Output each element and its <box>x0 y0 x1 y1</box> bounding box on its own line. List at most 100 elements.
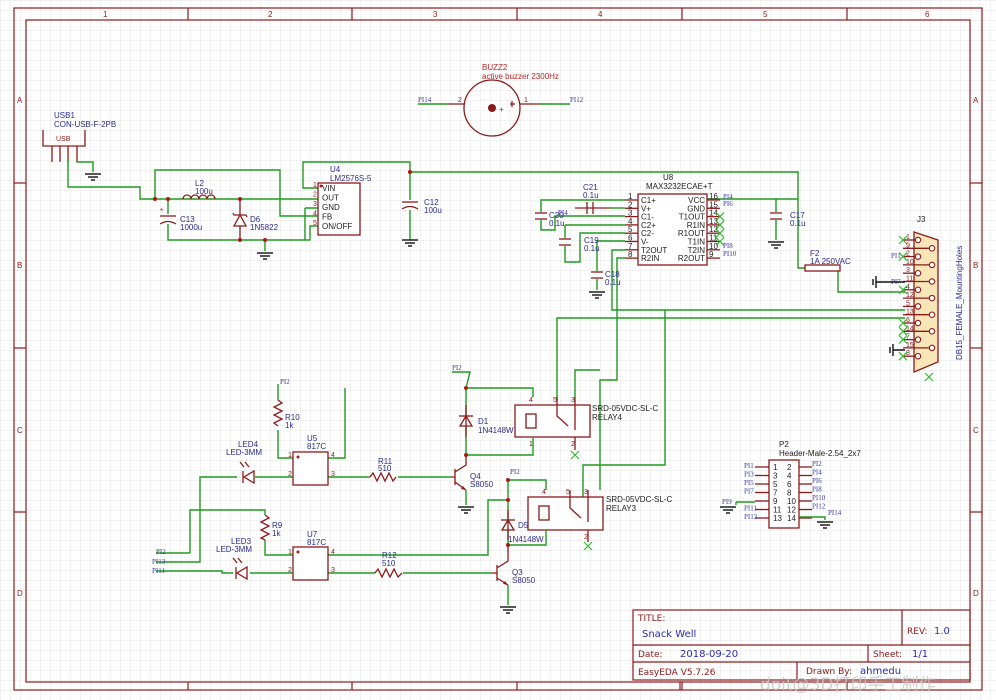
net-label: PI14 <box>418 96 432 104</box>
svg-text:+: + <box>499 105 504 114</box>
u5-value: 817C <box>307 442 326 451</box>
pin-name: FB <box>322 213 332 222</box>
tool-version: EasyEDA V5.7.26 <box>638 668 716 678</box>
pin-number: 4 <box>331 549 335 556</box>
pin-socket <box>914 352 922 360</box>
pin-number: 14 <box>787 514 796 523</box>
pin-name: R2OUT <box>678 254 705 263</box>
pin-socket <box>914 303 922 310</box>
grid-background <box>0 0 996 700</box>
pin-socket <box>928 311 936 318</box>
pin-number: 11 <box>906 276 913 283</box>
pin-socket <box>914 319 922 327</box>
schematic-canvas[interactable]: 1 2 3 4 5 6 A B C D A B C D + BUZZ2 acti… <box>0 0 996 700</box>
buz2-value: active buzzer 2300Hz <box>482 72 559 81</box>
u8-ref: U8 <box>663 173 674 182</box>
j3-ref: J3 <box>917 215 926 224</box>
pin-number: 1 <box>524 97 528 104</box>
net-label: PI2 <box>156 548 166 556</box>
pin-number: 2 <box>571 441 575 448</box>
q3-value: S8050 <box>512 576 536 585</box>
zone-col-5: 5 <box>763 10 768 19</box>
r9-value: 1k <box>272 529 281 538</box>
net-label: PI5 <box>744 479 754 487</box>
pin-number: 9 <box>709 250 714 259</box>
zone-col-3: 3 <box>433 10 438 19</box>
pin-number: 3 <box>331 471 335 478</box>
net-label: PI3 <box>744 471 754 479</box>
pin-number: 2 <box>313 192 317 199</box>
relay3-value: SRD-05VDC-SL-C <box>606 495 672 504</box>
net-label: PI13 <box>152 558 166 566</box>
u4-ref: U4 <box>330 165 341 174</box>
r12-value: 510 <box>382 559 396 568</box>
pin-number: 8 <box>628 250 633 259</box>
net-label: PI2 <box>812 460 822 468</box>
l2-value: 100u <box>195 187 213 196</box>
zone-row-b-right: B <box>973 261 978 270</box>
pin-name: VIN <box>322 184 336 193</box>
pin-number: 1 <box>906 234 910 241</box>
net-label: PI2 <box>510 468 520 476</box>
zone-row-c-right: C <box>973 426 979 435</box>
d6-value: 1N5822 <box>250 223 279 232</box>
led3-value: LED-3MM <box>216 545 252 554</box>
pin-number: 9 <box>906 242 910 249</box>
pin-name: OUT <box>322 194 339 203</box>
pin-number: 2 <box>458 97 462 104</box>
pin-number: 15 <box>906 342 914 349</box>
pin-name: ON/OFF <box>322 222 352 231</box>
pin-number: 4 <box>542 489 546 496</box>
sheet-label: Sheet: <box>873 650 902 660</box>
zone-row-d: D <box>17 589 23 598</box>
pin-number: 3 <box>571 397 575 404</box>
net-label: PI11 <box>152 567 165 575</box>
sheet-value: 1/1 <box>912 649 928 660</box>
pin-socket <box>928 328 936 335</box>
pin-number: 2 <box>906 251 910 258</box>
title-value: Snack Well <box>642 629 696 640</box>
pin-socket <box>914 286 922 294</box>
q4-value: S8050 <box>470 480 494 489</box>
net-label: PI2 <box>280 378 290 386</box>
pin-socket <box>914 336 922 343</box>
relay4-value: SRD-05VDC-SL-C <box>592 404 658 413</box>
date-value: 2018-09-20 <box>680 649 738 660</box>
net-label: PI7 <box>744 488 754 496</box>
watermark: doit@3D打印手工制作 <box>760 675 936 695</box>
pin-number: 6 <box>906 317 910 324</box>
net-label: PI10 <box>812 494 826 502</box>
pin-socket <box>914 253 922 260</box>
pin-number: 5 <box>553 397 557 404</box>
led4-value: LED-3MM <box>226 448 262 457</box>
c19-value: 0.1u <box>584 244 600 253</box>
pin-number: 1 <box>288 452 292 459</box>
c13-value: 1000u <box>180 223 202 232</box>
p2-ref: P2 <box>779 440 789 449</box>
net-label: PI6 <box>723 200 733 208</box>
net-label: PI8 <box>723 242 733 250</box>
pin-number: 3 <box>331 567 335 574</box>
net-label: PI12 <box>812 503 826 511</box>
net-label: PI9 <box>722 498 732 506</box>
net-label: PI2 <box>452 364 462 372</box>
usb1-ref: USB1 <box>54 111 75 120</box>
zone-row-a-right: A <box>973 96 979 105</box>
c21-value: 0.1u <box>583 191 599 200</box>
pin-name: GND <box>322 203 340 212</box>
rev-label: REV: <box>907 627 927 637</box>
pin-number: 14 <box>906 325 914 332</box>
pin-number: 2 <box>584 534 588 541</box>
f2-value: 1A 250VAC <box>810 257 851 266</box>
c18-value: 0.1u <box>605 278 621 287</box>
pin-number: 5 <box>313 220 317 227</box>
pin-number: 7 <box>906 334 910 341</box>
pin-number: 3 <box>584 489 588 496</box>
zone-col-2: 2 <box>268 10 273 19</box>
u8-value: MAX3232ECAE+T <box>646 182 713 191</box>
pin-number: 2 <box>288 471 292 478</box>
pin-socket <box>914 236 922 244</box>
relay4-ref: RELAY4 <box>592 413 623 422</box>
pin-socket <box>928 344 936 352</box>
d5-ref: D5 <box>518 521 529 530</box>
